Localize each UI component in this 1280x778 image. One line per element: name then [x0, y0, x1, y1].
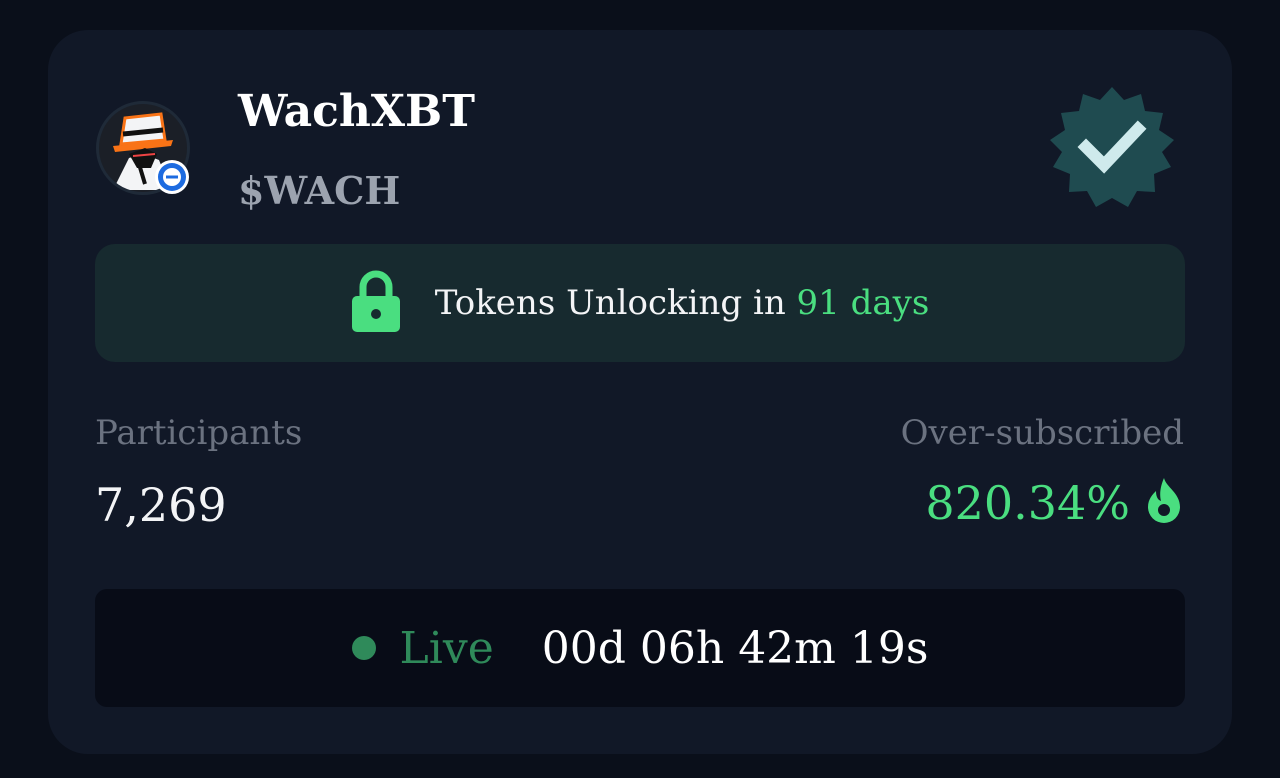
lock-icon — [351, 269, 401, 337]
participants-value: 7,269 — [95, 478, 227, 532]
chain-badge-icon — [155, 160, 189, 194]
project-avatar[interactable] — [96, 101, 190, 195]
participants-label: Participants — [95, 413, 303, 453]
countdown-timer: 00d 06h 42m 19s — [541, 622, 929, 674]
unlock-days: 91 days — [796, 283, 930, 323]
live-dot-icon — [351, 636, 376, 660]
live-status-bar: Live 00d 06h 42m 19s — [95, 589, 1185, 707]
unlock-banner: Tokens Unlocking in 91 days — [95, 244, 1185, 362]
project-ticker: $WACH — [238, 168, 401, 213]
project-name: WachXBT — [238, 86, 475, 137]
live-label: Live — [399, 622, 494, 674]
oversubscribed-label: Over-subscribed — [900, 413, 1184, 453]
oversubscribed-value: 820.34% — [925, 476, 1130, 530]
verified-badge-icon — [1046, 85, 1178, 213]
sale-card: WachXBT $WACH Tokens Unlocking in 91 day… — [48, 30, 1232, 754]
unlock-text: Tokens Unlocking in 91 days — [435, 283, 930, 323]
unlock-prefix: Tokens Unlocking in — [434, 283, 786, 323]
fire-icon — [1146, 477, 1182, 529]
oversubscribed-stat: 820.34% — [925, 476, 1182, 530]
